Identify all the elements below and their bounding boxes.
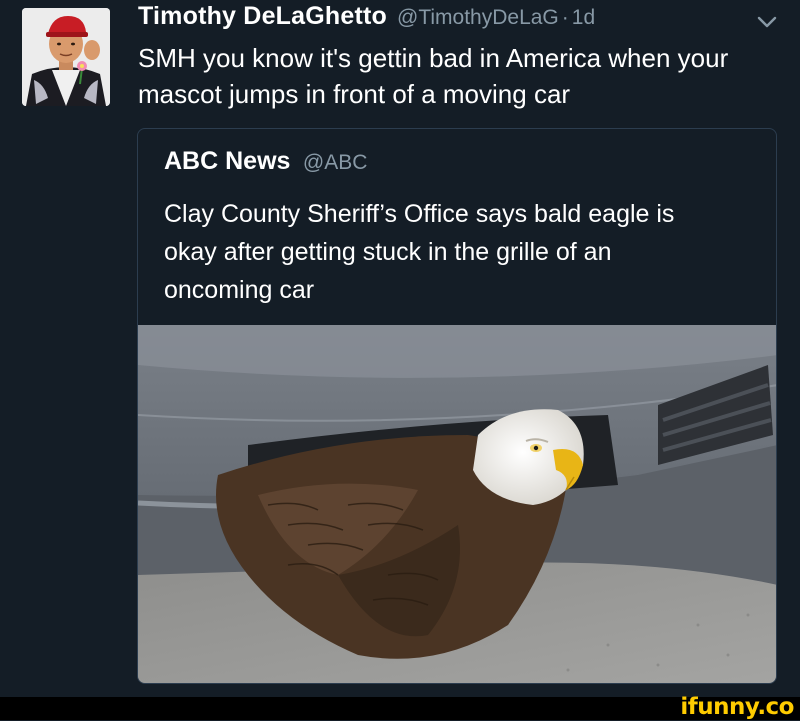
tweet-text: SMH you know it's gettin bad in America … (138, 43, 729, 109)
author-handle[interactable]: @TimothyDeLaG (397, 6, 559, 30)
quoted-author-name[interactable]: ABC News (164, 147, 290, 175)
avatar[interactable] (22, 8, 110, 106)
watermark-bar: ifunny.co (0, 694, 800, 720)
quoted-tweet-card[interactable]: ABC News @ABC Clay County Sheriff’s Offi… (137, 128, 777, 684)
author-name[interactable]: Timothy DeLaGhetto (138, 2, 387, 31)
tweet-menu-button[interactable] (755, 12, 779, 32)
chevron-down-icon (757, 16, 777, 28)
tweet-timestamp[interactable]: 1d (572, 6, 595, 30)
ifunny-watermark: ifunny.co (680, 694, 794, 720)
tweet-header: Timothy DeLaGhetto @TimothyDeLaG · 1d (138, 2, 778, 36)
quoted-tweet-photo[interactable] (138, 325, 776, 683)
separator-dot: · (561, 6, 569, 29)
quoted-tweet-header: ABC News @ABC (164, 147, 367, 176)
eagle-in-car-grille-image (138, 325, 776, 683)
avatar-image (22, 8, 110, 106)
quoted-tweet-text: Clay County Sheriff’s Office says bald e… (164, 200, 675, 304)
quoted-author-handle[interactable]: @ABC (303, 151, 368, 174)
